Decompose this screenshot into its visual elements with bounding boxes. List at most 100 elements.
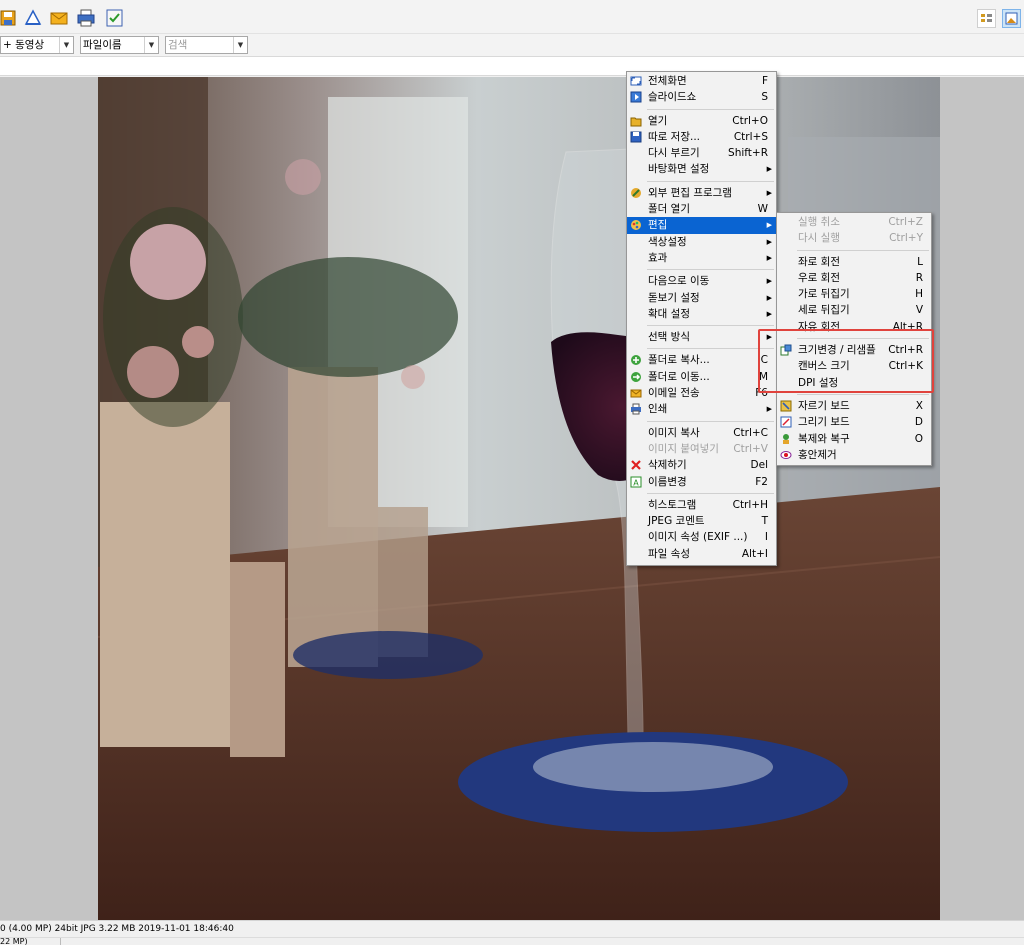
context-menu-item-다시-부르기[interactable]: 다시 부르기 Shift+R [627, 145, 776, 161]
context-menu-item-이메일-전송[interactable]: 이메일 전송 F6 [627, 385, 776, 401]
context-menu-item-이미지-붙여넣기[interactable]: 이미지 붙여넣기 Ctrl+V [627, 441, 776, 457]
context-menu-item-확대-설정[interactable]: 확대 설정 ▶ [627, 306, 776, 322]
print-icon[interactable] [77, 9, 95, 27]
menu-item-shortcut: L [917, 255, 923, 268]
menu-item-label: 좌로 회전 [798, 255, 840, 268]
context-menu-item-따로-저장[interactable]: 따로 저장... Ctrl+S [627, 129, 776, 145]
triangle-tool-icon[interactable] [24, 9, 42, 27]
context-menu-item-슬라이드쇼[interactable]: 슬라이드쇼 S [627, 89, 776, 105]
context-menu-item-jpeg-코멘트[interactable]: JPEG 코멘트 T [627, 513, 776, 529]
path-bar[interactable] [0, 56, 1024, 76]
menu-item-label: 그리기 보드 [798, 416, 850, 429]
copy-to-folder-icon [630, 354, 642, 366]
edit-submenu-item-크기변경-리샘플[interactable]: 크기변경 / 리샘플 Ctrl+R [777, 342, 931, 358]
edit-icon [630, 219, 642, 231]
menu-separator [647, 348, 774, 350]
context-menu-item-외부-편집-프로그램[interactable]: 외부 편집 프로그램 ▶ [627, 185, 776, 201]
menu-item-label: JPEG 코멘트 [648, 515, 705, 528]
menu-item-shortcut: O [914, 432, 923, 445]
context-menu-item-선택-방식[interactable]: 선택 방식 ▶ [627, 329, 776, 345]
chevron-down-icon[interactable]: ▼ [144, 37, 158, 53]
context-menu-item-열기[interactable]: 열기 Ctrl+O [627, 113, 776, 129]
edit-submenu-item-dpi-설정[interactable]: DPI 설정 [777, 375, 931, 391]
context-menu-item-효과[interactable]: 효과 ▶ [627, 250, 776, 266]
edit-submenu-item-홍안제거[interactable]: 홍안제거 [777, 447, 931, 463]
context-menu-item-히스토그램[interactable]: 히스토그램 Ctrl+H [627, 497, 776, 513]
edit-submenu: 실행 취소 Ctrl+Z 다시 실행 Ctrl+Y 좌로 회전 L 우로 회전 R 가로 뒤집기… [776, 212, 932, 467]
file-type-select[interactable]: + 동영상 ▼ [0, 36, 74, 54]
svg-text:A: A [633, 478, 639, 487]
fullscreen-icon [630, 75, 642, 87]
context-menu-item-바탕화면-설정[interactable]: 바탕화면 설정 ▶ [627, 161, 776, 177]
sort-value: 파일이름 [83, 39, 122, 51]
grid-view-icon[interactable] [977, 9, 996, 28]
search-placeholder: 검색 [168, 39, 188, 51]
menu-separator [797, 393, 929, 395]
context-menu-item-폴더로-복사[interactable]: 폴더로 복사... C [627, 352, 776, 368]
search-input[interactable]: 검색 ▼ [165, 36, 248, 54]
context-menu-item-전체화면[interactable]: 전체화면 F [627, 73, 776, 89]
context-menu-item-폴더로-이동[interactable]: 폴더로 이동... M [627, 369, 776, 385]
menu-item-shortcut: Ctrl+C [733, 426, 768, 439]
menu-item-label: 복제와 복구 [798, 432, 850, 445]
context-menu-item-삭제하기[interactable]: 삭제하기 Del [627, 457, 776, 473]
context-menu-item-다음으로-이동[interactable]: 다음으로 이동 ▶ [627, 273, 776, 289]
context-menu-item-폴더-열기[interactable]: 폴더 열기 W [627, 201, 776, 217]
move-to-folder-icon [630, 371, 642, 383]
save-icon[interactable] [0, 9, 18, 27]
menu-item-shortcut: V [915, 304, 923, 317]
edit-submenu-item-자르기-보드[interactable]: 자르기 보드 X [777, 398, 931, 414]
photo-wine-glass [98, 77, 940, 920]
edit-submenu-item-우로-회전[interactable]: 우로 회전 R [777, 270, 931, 286]
context-menu-item-인쇄[interactable]: 인쇄 ▶ [627, 401, 776, 417]
menu-item-label: 자르기 보드 [798, 399, 850, 412]
menu-item-label: 돋보기 설정 [648, 291, 700, 304]
menu-separator [647, 108, 774, 110]
menu-item-label: 세로 뒤집기 [798, 304, 850, 317]
context-menu-item-이름변경[interactable]: A 이름변경 F2 [627, 474, 776, 490]
email-icon[interactable] [50, 9, 68, 27]
menu-item-shortcut: Ctrl+K [888, 360, 923, 373]
edit-submenu-item-실행-취소[interactable]: 실행 취소 Ctrl+Z [777, 214, 931, 230]
context-menu: 전체화면 F 슬라이드쇼 S 열기 Ctrl+O 따로 저장... Ctrl+S 다시 부르기 S… [626, 71, 777, 567]
menu-item-label: 캔버스 크기 [798, 360, 850, 373]
edit-submenu-item-가로-뒤집기[interactable]: 가로 뒤집기 H [777, 286, 931, 302]
resize-icon [780, 344, 792, 356]
image-view-icon[interactable] [1002, 9, 1021, 28]
edit-submenu-item-그리기-보드[interactable]: 그리기 보드 D [777, 414, 931, 430]
chevron-down-icon[interactable]: ▼ [59, 37, 73, 53]
save-icon [630, 131, 642, 143]
menu-item-shortcut: Ctrl+Z [888, 216, 923, 228]
status-bar: 0 (4.00 MP) 24bit JPG 3.22 MB 2019-11-01… [0, 920, 1024, 937]
checklist-icon[interactable] [106, 9, 124, 27]
menu-item-label: 확대 설정 [648, 307, 690, 320]
file-type-value: + 동영상 [3, 39, 45, 51]
menu-item-label: 폴더 열기 [648, 203, 690, 216]
edit-submenu-item-자유-회전[interactable]: 자유 회전 Alt+R [777, 319, 931, 335]
context-menu-item-이미지-속성-exif[interactable]: 이미지 속성 (EXIF ...) I [627, 529, 776, 545]
menu-item-shortcut: F6 [755, 387, 768, 400]
edit-submenu-item-다시-실행[interactable]: 다시 실행 Ctrl+Y [777, 230, 931, 246]
context-menu-item-색상설정[interactable]: 색상설정 ▶ [627, 234, 776, 250]
context-menu-item-돋보기-설정[interactable]: 돋보기 설정 ▶ [627, 290, 776, 306]
submenu-arrow-icon: ▶ [766, 309, 772, 318]
context-menu-item-파일-속성[interactable]: 파일 속성 Alt+I [627, 546, 776, 562]
sort-select[interactable]: 파일이름 ▼ [80, 36, 159, 54]
context-menu-item-이미지-복사[interactable]: 이미지 복사 Ctrl+C [627, 425, 776, 441]
status-divider [60, 938, 61, 945]
menu-item-label: 색상설정 [648, 235, 687, 248]
context-menu-item-편집[interactable]: 편집 ▶ [627, 217, 776, 234]
toolbar [0, 0, 1024, 34]
menu-item-label: 자유 회전 [798, 320, 840, 333]
menu-item-shortcut: Ctrl+R [888, 344, 923, 357]
menu-item-label: 폴더로 복사... [648, 354, 710, 367]
delete-icon [630, 459, 642, 471]
edit-submenu-item-복제와-복구[interactable]: 복제와 복구 O [777, 431, 931, 447]
edit-submenu-item-좌로-회전[interactable]: 좌로 회전 L [777, 254, 931, 270]
submenu-arrow-icon: ▶ [766, 237, 772, 246]
edit-submenu-item-세로-뒤집기[interactable]: 세로 뒤집기 V [777, 302, 931, 318]
chevron-down-icon[interactable]: ▼ [233, 37, 247, 53]
edit-submenu-item-캔버스-크기[interactable]: 캔버스 크기 Ctrl+K [777, 358, 931, 374]
image-viewer[interactable] [0, 77, 1024, 920]
menu-separator [647, 325, 774, 327]
